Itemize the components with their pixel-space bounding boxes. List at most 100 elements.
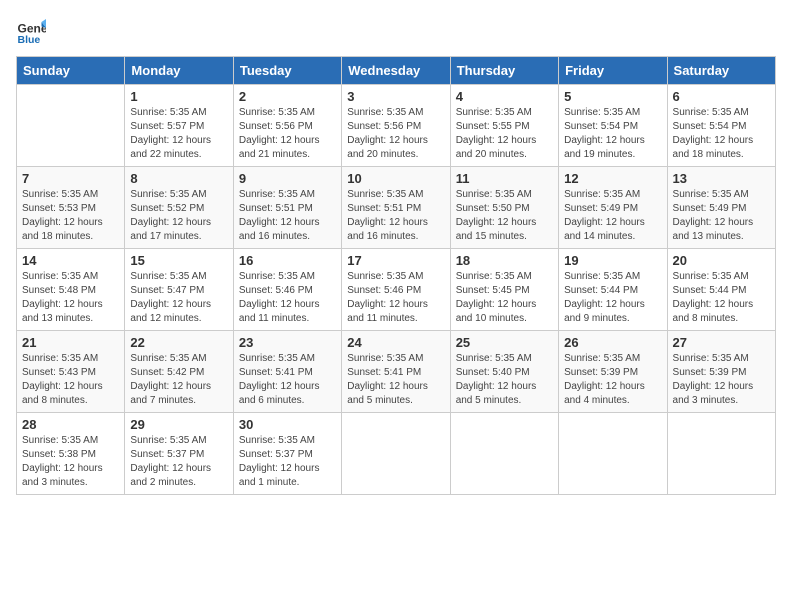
calendar-week-row: 7 Sunrise: 5:35 AM Sunset: 5:53 PM Daylig… [17,167,776,249]
calendar-week-row: 1 Sunrise: 5:35 AM Sunset: 5:57 PM Daylig… [17,85,776,167]
calendar-cell: 27 Sunrise: 5:35 AM Sunset: 5:39 PM Dayli… [667,331,775,413]
calendar-cell: 15 Sunrise: 5:35 AM Sunset: 5:47 PM Dayli… [125,249,233,331]
day-number: 2 [239,89,336,104]
cell-info: Sunrise: 5:35 AM Sunset: 5:41 PM Dayligh… [239,352,336,408]
cell-info: Sunrise: 5:35 AM Sunset: 5:44 PM Dayligh… [673,270,770,326]
calendar-table: SundayMondayTuesdayWednesdayThursdayFrid… [16,56,776,495]
day-number: 26 [564,335,661,350]
day-number: 30 [239,417,336,432]
cell-info: Sunrise: 5:35 AM Sunset: 5:57 PM Dayligh… [130,106,227,162]
cell-info: Sunrise: 5:35 AM Sunset: 5:52 PM Dayligh… [130,188,227,244]
cell-info: Sunrise: 5:35 AM Sunset: 5:47 PM Dayligh… [130,270,227,326]
calendar-cell [559,413,667,495]
day-number: 17 [347,253,444,268]
day-header-sunday: Sunday [17,57,125,85]
calendar-cell: 20Sunrise: 5:35 AM Sunset: 5:44 PM Dayli… [667,249,775,331]
cell-info: Sunrise: 5:35 AM Sunset: 5:56 PM Dayligh… [347,106,444,162]
day-number: 29 [130,417,227,432]
calendar-cell: 17 Sunrise: 5:35 AM Sunset: 5:46 PM Dayli… [342,249,450,331]
calendar-cell: 18 Sunrise: 5:35 AM Sunset: 5:45 PM Dayli… [450,249,558,331]
cell-info: Sunrise: 5:35 AM Sunset: 5:55 PM Dayligh… [456,106,553,162]
cell-info: Sunrise: 5:35 AM Sunset: 5:44 PM Dayligh… [564,270,661,326]
calendar-cell [17,85,125,167]
cell-info: Sunrise: 5:35 AM Sunset: 5:45 PM Dayligh… [456,270,553,326]
calendar-cell: 25 Sunrise: 5:35 AM Sunset: 5:40 PM Dayli… [450,331,558,413]
calendar-cell: 1 Sunrise: 5:35 AM Sunset: 5:57 PM Daylig… [125,85,233,167]
calendar-cell: 11 Sunrise: 5:35 AM Sunset: 5:50 PM Dayli… [450,167,558,249]
day-number: 16 [239,253,336,268]
cell-info: Sunrise: 5:35 AM Sunset: 5:42 PM Dayligh… [130,352,227,408]
calendar-cell: 19 Sunrise: 5:35 AM Sunset: 5:44 PM Dayli… [559,249,667,331]
cell-info: Sunrise: 5:35 AM Sunset: 5:50 PM Dayligh… [456,188,553,244]
calendar-cell: 22 Sunrise: 5:35 AM Sunset: 5:42 PM Dayli… [125,331,233,413]
calendar-cell: 5Sunrise: 5:35 AM Sunset: 5:54 PM Daylig… [559,85,667,167]
calendar-body: 1 Sunrise: 5:35 AM Sunset: 5:57 PM Daylig… [17,85,776,495]
day-number: 27 [673,335,770,350]
calendar-cell: 16 Sunrise: 5:35 AM Sunset: 5:46 PM Dayli… [233,249,341,331]
calendar-cell: 23 Sunrise: 5:35 AM Sunset: 5:41 PM Dayli… [233,331,341,413]
day-number: 14 [22,253,119,268]
cell-info: Sunrise: 5:35 AM Sunset: 5:48 PM Dayligh… [22,270,119,326]
day-number: 12 [564,171,661,186]
cell-info: Sunrise: 5:35 AM Sunset: 5:46 PM Dayligh… [239,270,336,326]
cell-info: Sunrise: 5:35 AM Sunset: 5:49 PM Dayligh… [673,188,770,244]
day-number: 7 [22,171,119,186]
calendar-cell: 13Sunrise: 5:35 AM Sunset: 5:49 PM Dayli… [667,167,775,249]
day-number: 21 [22,335,119,350]
calendar-cell: 4Sunrise: 5:35 AM Sunset: 5:55 PM Daylig… [450,85,558,167]
cell-info: Sunrise: 5:35 AM Sunset: 5:46 PM Dayligh… [347,270,444,326]
cell-info: Sunrise: 5:35 AM Sunset: 5:39 PM Dayligh… [673,352,770,408]
calendar-cell [342,413,450,495]
page-header: General Blue [16,16,776,46]
calendar-cell: 14 Sunrise: 5:35 AM Sunset: 5:48 PM Dayli… [17,249,125,331]
cell-info: Sunrise: 5:35 AM Sunset: 5:56 PM Dayligh… [239,106,336,162]
calendar-cell: 29 Sunrise: 5:35 AM Sunset: 5:37 PM Dayli… [125,413,233,495]
day-number: 18 [456,253,553,268]
cell-info: Sunrise: 5:35 AM Sunset: 5:51 PM Dayligh… [239,188,336,244]
day-header-friday: Friday [559,57,667,85]
calendar-cell: 28 Sunrise: 5:35 AM Sunset: 5:38 PM Dayli… [17,413,125,495]
day-number: 23 [239,335,336,350]
cell-info: Sunrise: 5:35 AM Sunset: 5:41 PM Dayligh… [347,352,444,408]
day-number: 15 [130,253,227,268]
calendar-cell: 6 Sunrise: 5:35 AM Sunset: 5:54 PM Daylig… [667,85,775,167]
calendar-cell: 12 Sunrise: 5:35 AM Sunset: 5:49 PM Dayli… [559,167,667,249]
day-number: 11 [456,171,553,186]
day-header-wednesday: Wednesday [342,57,450,85]
cell-info: Sunrise: 5:35 AM Sunset: 5:51 PM Dayligh… [347,188,444,244]
cell-info: Sunrise: 5:35 AM Sunset: 5:49 PM Dayligh… [564,188,661,244]
calendar-cell: 3 Sunrise: 5:35 AM Sunset: 5:56 PM Daylig… [342,85,450,167]
cell-info: Sunrise: 5:35 AM Sunset: 5:37 PM Dayligh… [130,434,227,490]
cell-info: Sunrise: 5:35 AM Sunset: 5:40 PM Dayligh… [456,352,553,408]
calendar-cell: 30 Sunrise: 5:35 AM Sunset: 5:37 PM Dayli… [233,413,341,495]
day-header-tuesday: Tuesday [233,57,341,85]
cell-info: Sunrise: 5:35 AM Sunset: 5:54 PM Dayligh… [564,106,661,162]
day-number: 28 [22,417,119,432]
day-number: 19 [564,253,661,268]
day-number: 9 [239,171,336,186]
calendar-cell: 21Sunrise: 5:35 AM Sunset: 5:43 PM Dayli… [17,331,125,413]
day-number: 24 [347,335,444,350]
calendar-cell: 26 Sunrise: 5:35 AM Sunset: 5:39 PM Dayli… [559,331,667,413]
day-number: 8 [130,171,227,186]
day-number: 25 [456,335,553,350]
day-header-monday: Monday [125,57,233,85]
calendar-cell: 9 Sunrise: 5:35 AM Sunset: 5:51 PM Daylig… [233,167,341,249]
day-number: 10 [347,171,444,186]
cell-info: Sunrise: 5:35 AM Sunset: 5:39 PM Dayligh… [564,352,661,408]
calendar-cell: 8 Sunrise: 5:35 AM Sunset: 5:52 PM Daylig… [125,167,233,249]
cell-info: Sunrise: 5:35 AM Sunset: 5:54 PM Dayligh… [673,106,770,162]
cell-info: Sunrise: 5:35 AM Sunset: 5:53 PM Dayligh… [22,188,119,244]
day-number: 1 [130,89,227,104]
day-number: 3 [347,89,444,104]
logo: General Blue [16,16,50,46]
cell-info: Sunrise: 5:35 AM Sunset: 5:37 PM Dayligh… [239,434,336,490]
calendar-cell: 24 Sunrise: 5:35 AM Sunset: 5:41 PM Dayli… [342,331,450,413]
day-number: 6 [673,89,770,104]
svg-text:Blue: Blue [18,34,41,46]
calendar-week-row: 28 Sunrise: 5:35 AM Sunset: 5:38 PM Dayli… [17,413,776,495]
cell-info: Sunrise: 5:35 AM Sunset: 5:38 PM Dayligh… [22,434,119,490]
day-number: 22 [130,335,227,350]
day-header-thursday: Thursday [450,57,558,85]
calendar-header-row: SundayMondayTuesdayWednesdayThursdayFrid… [17,57,776,85]
